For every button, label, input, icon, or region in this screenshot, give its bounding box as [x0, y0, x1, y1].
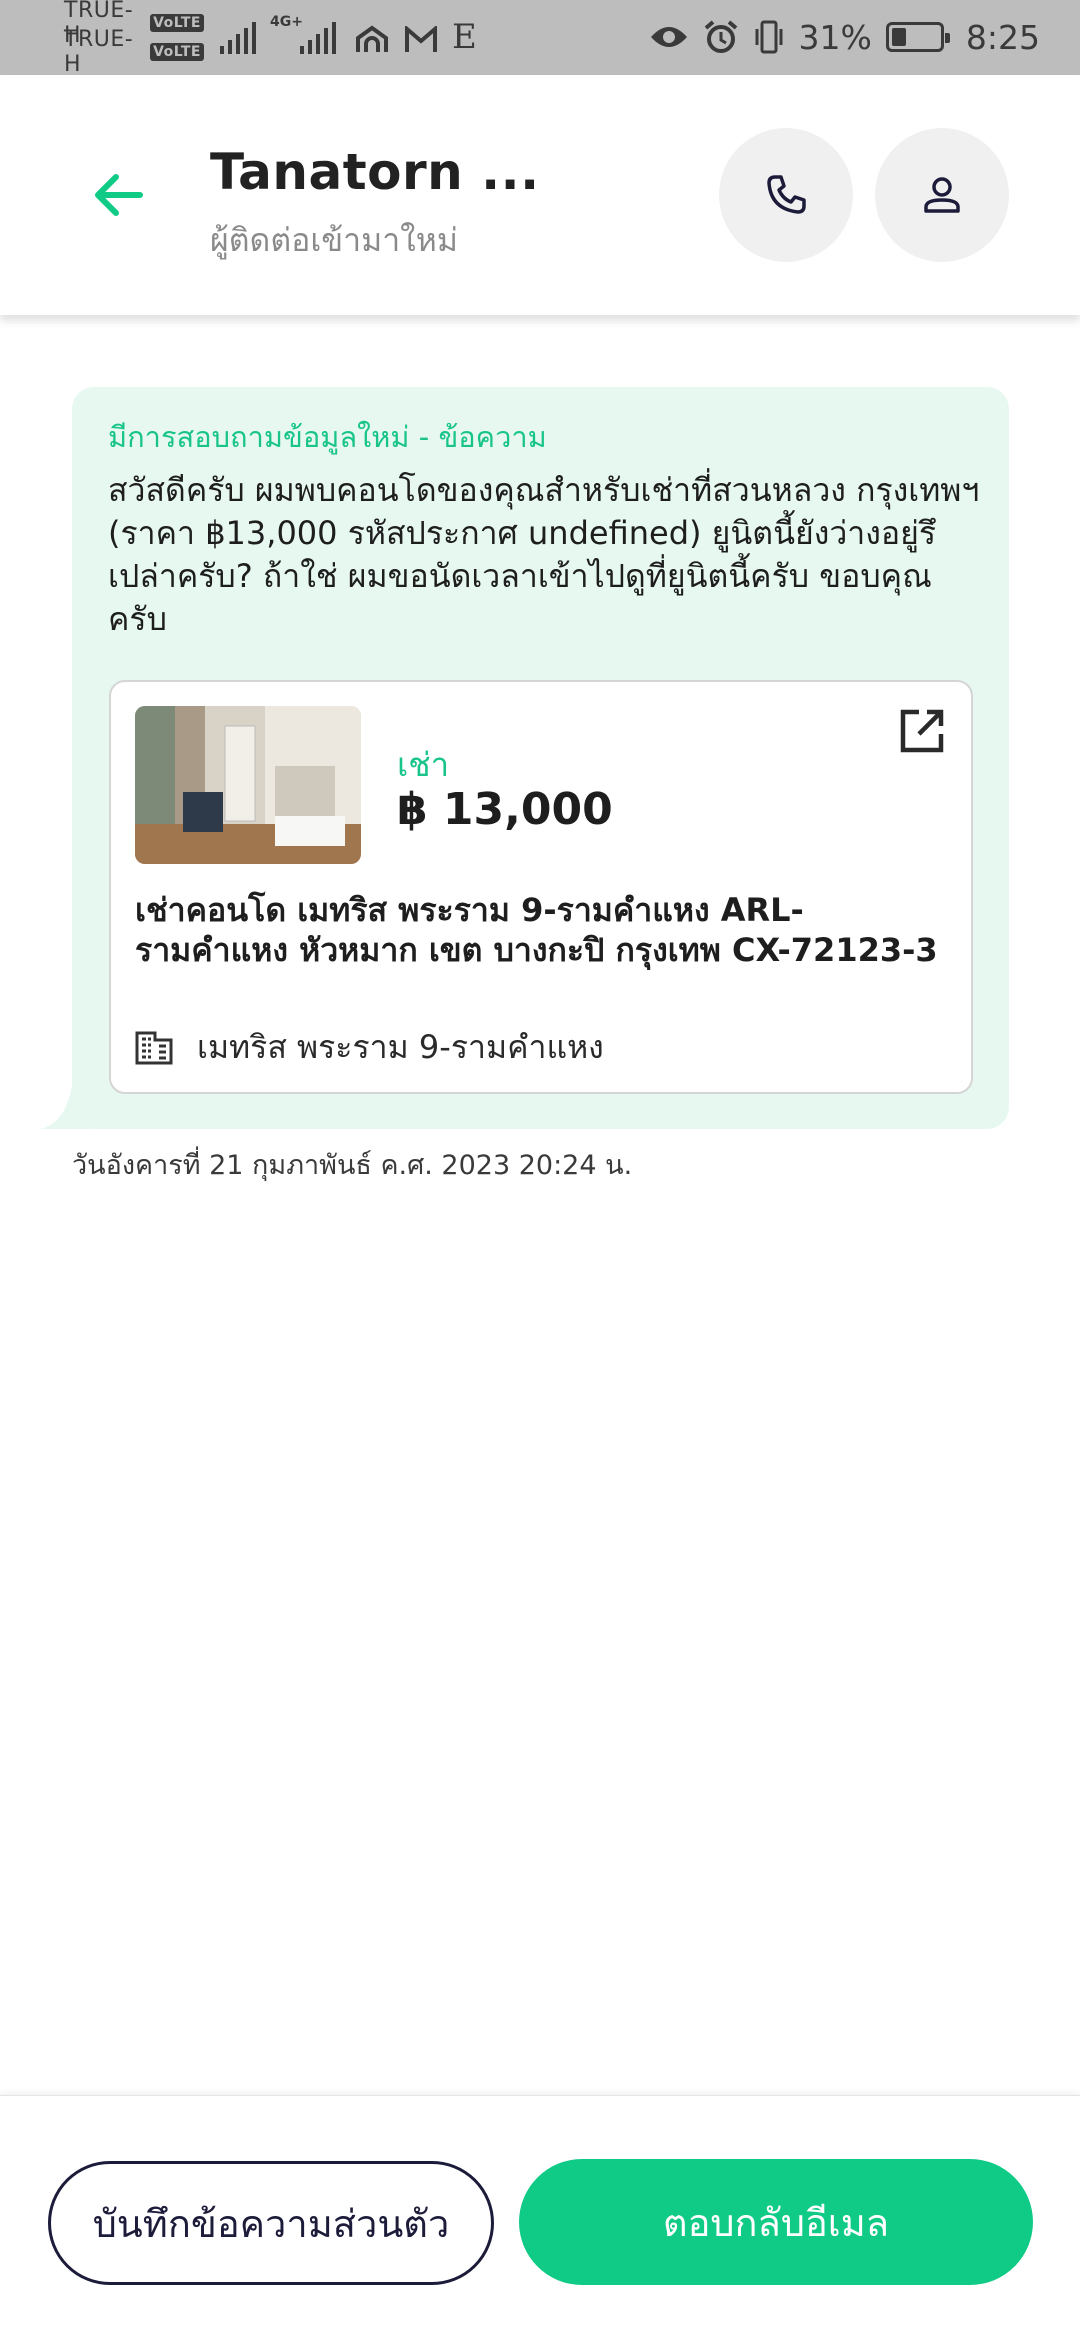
signal-4g-icon: 4G+: [270, 14, 340, 54]
contact-status: ผู้ติดต่อเข้ามาใหม่: [210, 221, 458, 259]
wifi-icon: [356, 25, 388, 52]
gmail-icon: [405, 26, 437, 52]
signal-icon: [220, 20, 256, 54]
building-name: เมทริส พระราม 9-รามคำแหง: [197, 1028, 604, 1066]
message-text: สวัสดีครับ ผมพบคอนโดของคุณสำหรับเช่าที่ส…: [108, 471, 980, 638]
carrier-labels: TRUE-H VoLTE TRUE-H VoLTE: [64, 0, 204, 77]
edge-indicator: E: [452, 17, 477, 57]
message-timestamp: วันอังคารที่ 21 กุมภาพันธ์ ค.ศ. 2023 20:…: [72, 1150, 633, 1181]
carrier-2-label: TRUE-H: [64, 26, 134, 77]
listing-photo[interactable]: [135, 706, 361, 864]
vibrate-icon: [755, 20, 783, 54]
status-right: 31% 8:25: [649, 14, 1040, 60]
battery-icon: [885, 22, 950, 52]
bottom-action-bar: บันทึกข้อความส่วนตัว ตอบกลับอีเมล: [0, 2095, 1080, 2340]
open-external-icon[interactable]: [895, 704, 949, 758]
volte-badge-2: VoLTE: [150, 42, 204, 61]
chat-header: Tanatorn ... ผู้ติดต่อเข้ามาใหม่: [0, 75, 1080, 315]
contact-name: Tanatorn ...: [210, 143, 540, 201]
clock: 8:25: [965, 17, 1040, 57]
volte-badge: VoLTE: [150, 13, 204, 32]
message-bubble: มีการสอบถามข้อมูลใหม่ - ข้อความ สวัสดีคร…: [72, 387, 1009, 1129]
back-arrow-icon[interactable]: [88, 165, 148, 225]
listing-title: เช่าคอนโด เมทริส พระราม 9-รามคำแหง ARL-ร…: [135, 891, 938, 969]
private-note-button[interactable]: บันทึกข้อความส่วนตัว: [48, 2161, 494, 2285]
listing-price: ฿ 13,000: [397, 784, 613, 835]
profile-button[interactable]: [875, 128, 1009, 262]
network-type-label: 4G+: [270, 14, 303, 30]
signal-indicators: 4G+ E: [220, 14, 477, 57]
inquiry-label: มีการสอบถามข้อมูลใหม่ - ข้อความ: [108, 420, 547, 454]
phone-icon: [767, 175, 806, 214]
status-bar: TRUE-H VoLTE TRUE-H VoLTE 4G+ E 31% 8:25: [0, 0, 1080, 77]
email-reply-button[interactable]: ตอบกลับอีเมล: [519, 2159, 1033, 2285]
building-icon: [135, 1031, 173, 1064]
building-row: เมทริส พระราม 9-รามคำแหง: [135, 1022, 604, 1073]
battery-fill: [891, 28, 906, 46]
listing-card[interactable]: เช่า ฿ 13,000 เช่าคอนโด เมทริส พระราม 9-…: [109, 680, 973, 1094]
alarm-icon: [704, 20, 737, 53]
battery-percent: 31%: [798, 17, 872, 57]
call-button[interactable]: [719, 128, 853, 262]
eye-icon: [650, 27, 687, 47]
person-icon: [924, 177, 960, 213]
